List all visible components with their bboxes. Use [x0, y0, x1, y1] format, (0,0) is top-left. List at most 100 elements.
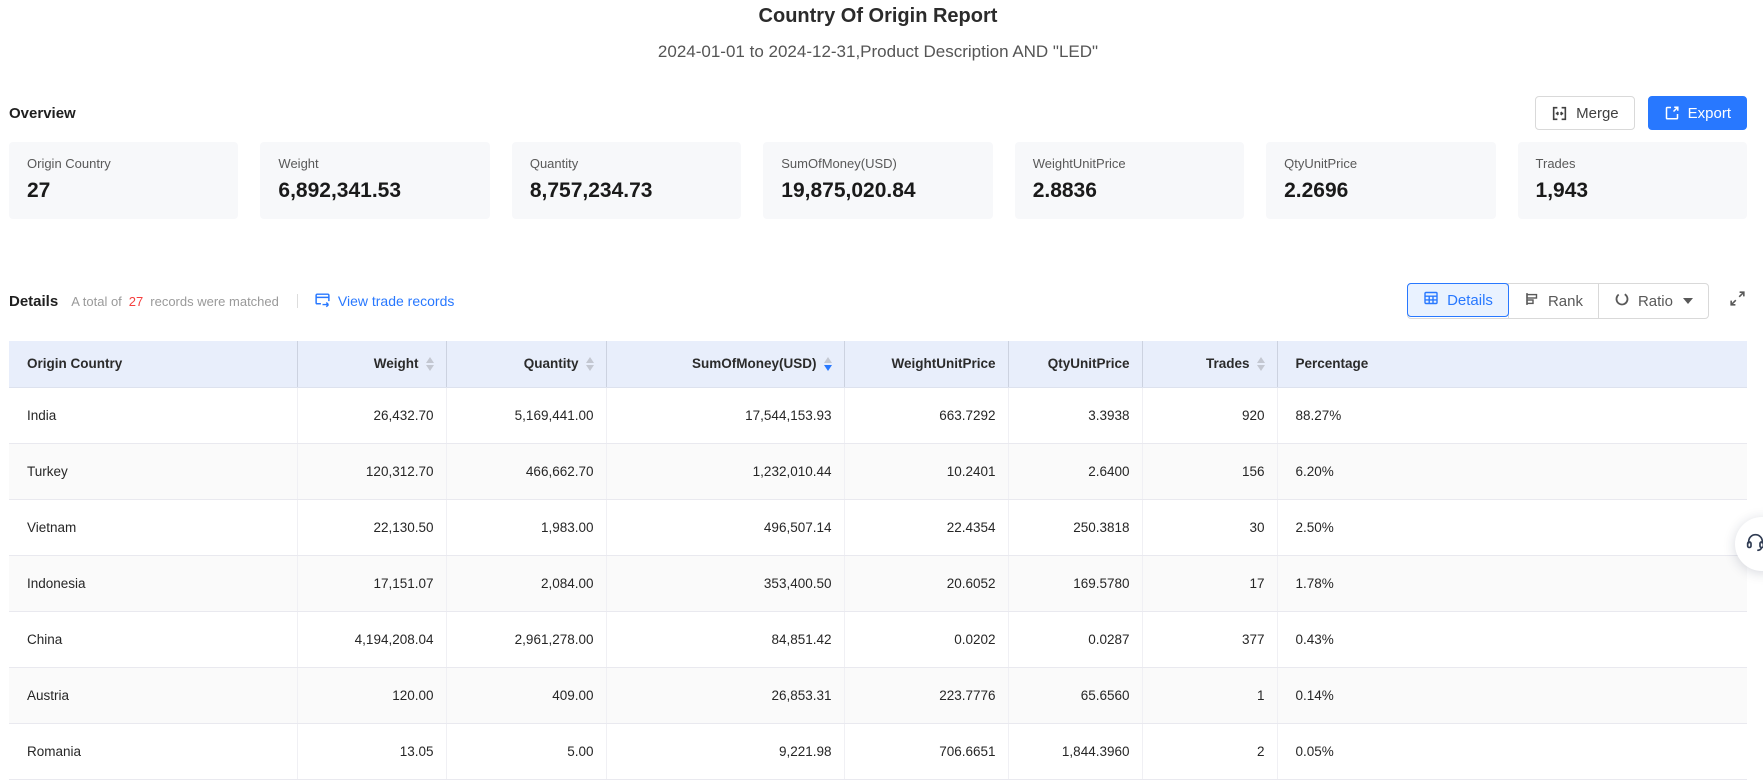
match-count: 27: [129, 294, 143, 309]
table-body: India26,432.705,169,441.0017,544,153.936…: [9, 387, 1747, 779]
table-cell: 26,432.70: [297, 387, 446, 443]
table-cell: Romania: [9, 723, 297, 779]
table-cell: 0.0287: [1008, 611, 1142, 667]
match-summary-suffix: records were matched: [150, 294, 279, 309]
table-row: India26,432.705,169,441.0017,544,153.936…: [9, 387, 1747, 443]
stat-value: 2.8836: [1033, 179, 1226, 203]
merge-button-label: Merge: [1576, 105, 1619, 122]
column-header-quantity[interactable]: Quantity: [446, 341, 606, 387]
stat-card-sum-of-money: SumOfMoney(USD) 19,875,020.84: [763, 142, 992, 219]
tab-ratio[interactable]: Ratio: [1598, 284, 1708, 318]
stat-card-weight: Weight 6,892,341.53: [260, 142, 489, 219]
details-table: Origin Country Weight Quantity SumOfMone…: [9, 341, 1747, 780]
stat-value: 8,757,234.73: [530, 179, 723, 203]
overview-cards: Origin Country 27 Weight 6,892,341.53 Qu…: [9, 142, 1747, 219]
table-cell: 169.5780: [1008, 555, 1142, 611]
column-header-weight-unit-price: WeightUnitPrice: [844, 341, 1008, 387]
table-cell: 65.6560: [1008, 667, 1142, 723]
view-segmented-control: Details Rank: [1407, 283, 1709, 319]
tab-rank[interactable]: Rank: [1508, 284, 1598, 318]
table-cell: 2,084.00: [446, 555, 606, 611]
table-cell: Vietnam: [9, 499, 297, 555]
fullscreen-expand-icon: [1728, 289, 1747, 313]
overview-actions: Merge Export: [1535, 96, 1747, 130]
stat-card-trades: Trades 1,943: [1518, 142, 1747, 219]
column-label: WeightUnitPrice: [891, 356, 995, 371]
table-cell: 6.20%: [1277, 443, 1747, 499]
column-header-origin-country: Origin Country: [9, 341, 297, 387]
stat-label: WeightUnitPrice: [1033, 156, 1226, 171]
table-cell: 9,221.98: [606, 723, 844, 779]
table-cell: 22.4354: [844, 499, 1008, 555]
table-cell: 13.05: [297, 723, 446, 779]
report-page: Country Of Origin Report 2024-01-01 to 2…: [0, 0, 1763, 780]
table-cell: 22,130.50: [297, 499, 446, 555]
table-cell: 120,312.70: [297, 443, 446, 499]
column-header-trades[interactable]: Trades: [1142, 341, 1277, 387]
table-row: Turkey120,312.70466,662.701,232,010.4410…: [9, 443, 1747, 499]
table-grid-icon: [1423, 290, 1439, 310]
column-label: SumOfMoney(USD): [692, 356, 817, 371]
table-row: Vietnam22,130.501,983.00496,507.1422.435…: [9, 499, 1747, 555]
merge-button[interactable]: Merge: [1535, 96, 1635, 130]
bar-chart-icon: [1524, 291, 1540, 311]
match-summary-prefix: A total of: [71, 294, 122, 309]
table-cell: 5.00: [446, 723, 606, 779]
table-cell: 5,169,441.00: [446, 387, 606, 443]
table-cell: 1.78%: [1277, 555, 1747, 611]
table-cell: 250.3818: [1008, 499, 1142, 555]
tab-details[interactable]: Details: [1407, 283, 1509, 317]
table-cell: 3.3938: [1008, 387, 1142, 443]
details-heading: Details: [9, 293, 58, 310]
details-summary: Details A total of 27 records were match…: [9, 291, 454, 311]
table-cell: 88.27%: [1277, 387, 1747, 443]
export-button[interactable]: Export: [1648, 96, 1747, 130]
sort-icon: [426, 357, 434, 371]
table-cell: 223.7776: [844, 667, 1008, 723]
column-header-sum-of-money[interactable]: SumOfMoney(USD): [606, 341, 844, 387]
chevron-down-icon: [1683, 298, 1693, 304]
fullscreen-button[interactable]: [1728, 289, 1747, 313]
column-label: Percentage: [1296, 356, 1369, 371]
table-cell: 17,544,153.93: [606, 387, 844, 443]
export-button-label: Export: [1688, 105, 1731, 122]
column-label: Origin Country: [27, 356, 122, 371]
column-label: Quantity: [524, 356, 579, 371]
stat-value: 1,943: [1536, 179, 1729, 203]
table-cell: 2.6400: [1008, 443, 1142, 499]
tab-details-label: Details: [1447, 292, 1493, 309]
tab-rank-label: Rank: [1548, 293, 1583, 310]
view-trade-records-link[interactable]: View trade records: [314, 291, 454, 311]
table-cell: 409.00: [446, 667, 606, 723]
table-cell: 1,844.3960: [1008, 723, 1142, 779]
table-cell: 120.00: [297, 667, 446, 723]
table-cell: 20.6052: [844, 555, 1008, 611]
sort-desc-active-icon: [824, 357, 832, 371]
table-cell: 377: [1142, 611, 1277, 667]
stat-card-origin-country: Origin Country 27: [9, 142, 238, 219]
stat-label: SumOfMoney(USD): [781, 156, 974, 171]
table-cell: 466,662.70: [446, 443, 606, 499]
stat-value: 19,875,020.84: [781, 179, 974, 203]
table-row: Austria120.00409.0026,853.31223.777665.6…: [9, 667, 1747, 723]
table-cell: 706.6651: [844, 723, 1008, 779]
table-cell: Indonesia: [9, 555, 297, 611]
table-cell: 1: [1142, 667, 1277, 723]
stat-value: 27: [27, 179, 220, 203]
stat-value: 2.2696: [1284, 179, 1477, 203]
overview-toolbar: Overview Merge: [9, 95, 1747, 131]
table-cell: 17: [1142, 555, 1277, 611]
stat-label: Weight: [278, 156, 471, 171]
table-cell: 663.7292: [844, 387, 1008, 443]
table-cell: 156: [1142, 443, 1277, 499]
donut-icon: [1614, 291, 1630, 311]
view-trade-records-label: View trade records: [338, 293, 454, 309]
table-cell: 10.2401: [844, 443, 1008, 499]
column-header-weight[interactable]: Weight: [297, 341, 446, 387]
report-subtitle: 2024-01-01 to 2024-12-31,Product Descrip…: [9, 41, 1747, 63]
table-cell: 1,232,010.44: [606, 443, 844, 499]
table-row: Indonesia17,151.072,084.00353,400.5020.6…: [9, 555, 1747, 611]
headset-icon: [1744, 530, 1763, 558]
sort-icon: [1257, 357, 1265, 371]
table-cell: 1,983.00: [446, 499, 606, 555]
